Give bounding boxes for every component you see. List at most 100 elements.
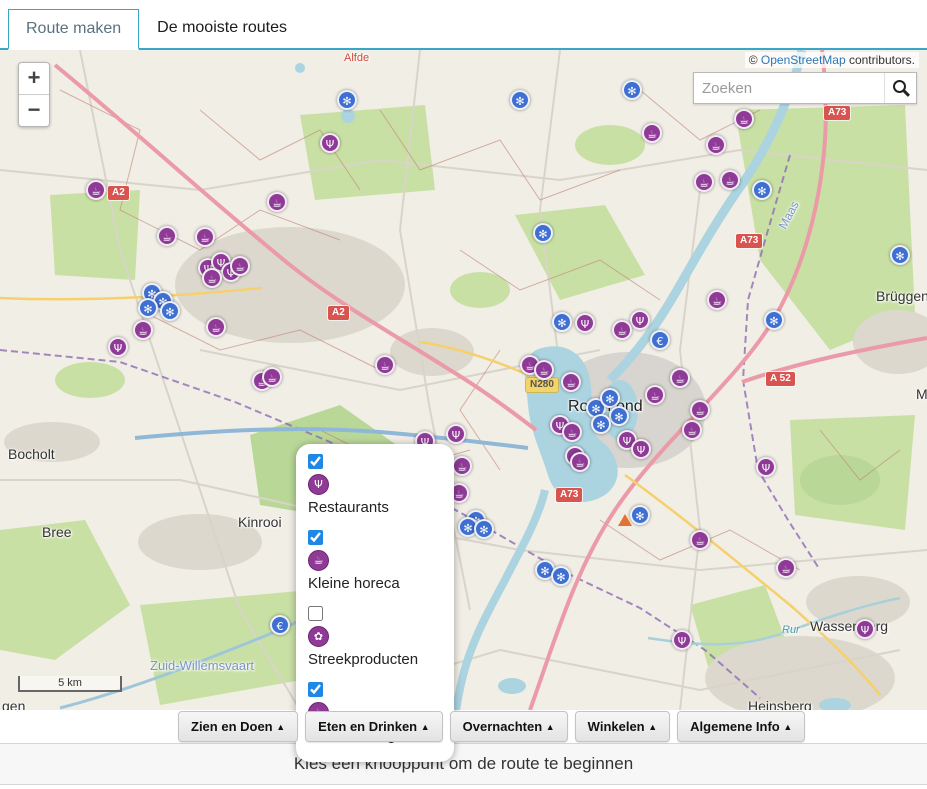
map-marker-horeca-cup[interactable]: ☕ [562,422,582,442]
map-marker-knooppunt[interactable]: ✻ [138,298,158,318]
map-attribution: © OpenStreetMap contributors. [745,52,919,68]
legend-item: ✿Streekproducten [308,606,444,668]
category-button-algemene-info[interactable]: Algemene Info ▲ [677,711,805,742]
map-marker-knooppunt[interactable]: ✻ [622,80,642,100]
map-marker-horeca-cup[interactable]: ☕ [690,530,710,550]
road-shield: A73 [736,234,762,248]
map-marker-restaurant[interactable]: Ψ [446,424,466,444]
map-marker-knooppunt[interactable]: ✻ [609,406,629,426]
map-search-control [693,72,917,104]
legend-checkbox[interactable] [308,606,323,621]
map-marker-horeca-cup[interactable]: ☕ [534,360,554,380]
map-marker-restaurant[interactable]: Ψ [855,619,875,639]
map-place-label: Bocholt [8,446,55,462]
zoom-out-button[interactable]: − [19,95,49,126]
map-marker-horeca-cup[interactable]: ☕ [690,400,710,420]
map-marker-knooppunt[interactable]: ✻ [160,301,180,321]
legend-checkbox[interactable] [308,682,323,697]
map-marker-euro[interactable]: € [270,615,290,635]
map-place-label: Kinrooi [238,514,282,530]
legend-checkbox[interactable] [308,454,323,469]
openstreetmap-link[interactable]: OpenStreetMap [761,53,846,67]
map-marker-horeca-cup[interactable]: ☕ [670,368,690,388]
map-marker-horeca-cup[interactable]: ☕ [570,452,590,472]
road-shield: A73 [824,106,850,120]
map-marker-knooppunt[interactable]: ✻ [890,245,910,265]
map-marker-horeca-cup[interactable]: ☕ [206,317,226,337]
map-marker-restaurant[interactable]: Ψ [631,439,651,459]
map-marker-knooppunt[interactable]: ✻ [600,388,620,408]
category-button-zien-en-doen[interactable]: Zien en Doen ▲ [178,711,298,742]
category-button-overnachten[interactable]: Overnachten ▲ [450,711,568,742]
map-place-label: Bree [42,524,72,540]
map-marker-knooppunt[interactable]: ✻ [591,414,611,434]
map-marker-horeca-cup[interactable]: ☕ [157,226,177,246]
category-button-eten-en-drinken[interactable]: Eten en Drinken ▲ [305,711,443,742]
map-marker-restaurant[interactable]: Ψ [672,630,692,650]
legend-item: Ψ Restaurants [308,454,444,516]
map-marker-horeca-cup[interactable]: ☕ [612,320,632,340]
map-place-label: Rur [782,624,800,636]
map-marker-horeca-cup[interactable]: ☕ [375,355,395,375]
category-button-label: Overnachten [463,719,546,734]
legend-label: Kleine horeca [308,575,444,592]
map-marker-horeca-cup[interactable]: ☕ [202,268,222,288]
map-marker-horeca-cup[interactable]: ☕ [707,290,727,310]
tab-route-maken[interactable]: Route maken [8,9,139,50]
map-marker-horeca-cup[interactable]: ☕ [195,227,215,247]
search-icon [893,80,906,93]
map-marker-restaurant[interactable]: Ψ [320,133,340,153]
map-marker-knooppunt[interactable]: ✻ [551,566,571,586]
map-marker-horeca-cup[interactable]: ☕ [694,172,714,192]
map-marker-horeca-cup[interactable]: ☕ [776,558,796,578]
map-marker-knooppunt[interactable]: ✻ [533,223,553,243]
map-marker-knooppunt[interactable]: ✻ [764,310,784,330]
legend-label: Restaurants [308,499,444,516]
zoom-in-button[interactable]: + [19,63,49,95]
map-place-label: M [916,386,927,402]
map-marker-horeca-cup[interactable]: ☕ [734,109,754,129]
map-marker-knooppunt[interactable]: ✻ [630,505,650,525]
map-marker-knooppunt[interactable]: ✻ [752,180,772,200]
road-shield: A 52 [766,372,795,386]
map-marker-horeca-cup[interactable]: ☕ [706,135,726,155]
map-marker-horeca-cup[interactable]: ☕ [682,420,702,440]
map-marker-horeca-cup[interactable]: ☕ [645,385,665,405]
category-button-winkelen[interactable]: Winkelen ▲ [575,711,671,742]
map-marker-horeca-cup[interactable]: ☕ [86,180,106,200]
chevron-up-icon: ▲ [421,722,430,732]
map-marker-horeca-cup[interactable]: ☕ [561,372,581,392]
map-marker-restaurant[interactable]: Ψ [630,310,650,330]
map-canvas[interactable]: BocholtBreeKinrooiRoermondBrüggenWassenb… [0,50,927,710]
legend-popup-items: Ψ Restaurants ☕ Kleine horeca ✿Streekproduct… [308,454,444,744]
map-marker-horeca-cup[interactable]: ☕ [642,123,662,143]
map-marker-knooppunt[interactable]: ✻ [474,519,494,539]
map-marker-knooppunt[interactable]: ✻ [552,312,572,332]
category-button-label: Zien en Doen [191,719,276,734]
map-marker-knooppunt[interactable]: ✻ [337,90,357,110]
search-input[interactable] [694,80,884,97]
legend-checkbox[interactable] [308,530,323,545]
map-scale-bar: 5 km [18,676,122,692]
category-button-label: Algemene Info [690,719,783,734]
map-marker-horeca-cup[interactable]: ☕ [452,456,472,476]
map-marker-horeca-cup[interactable]: ☕ [133,320,153,340]
map-marker-horeca-cup[interactable]: ☕ [230,256,250,276]
map-marker-restaurant[interactable]: Ψ [108,337,128,357]
map-place-label: Wassenberg [810,618,888,634]
category-button-label: Winkelen [588,719,649,734]
map-marker-restaurant[interactable]: Ψ [575,313,595,333]
chevron-up-icon: ▲ [648,722,657,732]
map-marker-horeca-cup[interactable]: ☕ [262,367,282,387]
map-marker-knooppunt[interactable]: ✻ [510,90,530,110]
map-marker-horeca-cup[interactable]: ☕ [720,170,740,190]
chevron-up-icon: ▲ [546,722,555,732]
tab-mooiste-routes[interactable]: De mooiste routes [139,8,305,48]
map-marker-horeca-cup[interactable]: ☕ [267,192,287,212]
road-shield: N280 [526,378,558,392]
map-marker-euro[interactable]: € [650,330,670,350]
restaurant-icon: Ψ [308,474,329,495]
map-marker-restaurant[interactable]: Ψ [756,457,776,477]
coffee-cup-icon: ☕ [308,550,329,571]
search-button[interactable] [884,73,916,103]
